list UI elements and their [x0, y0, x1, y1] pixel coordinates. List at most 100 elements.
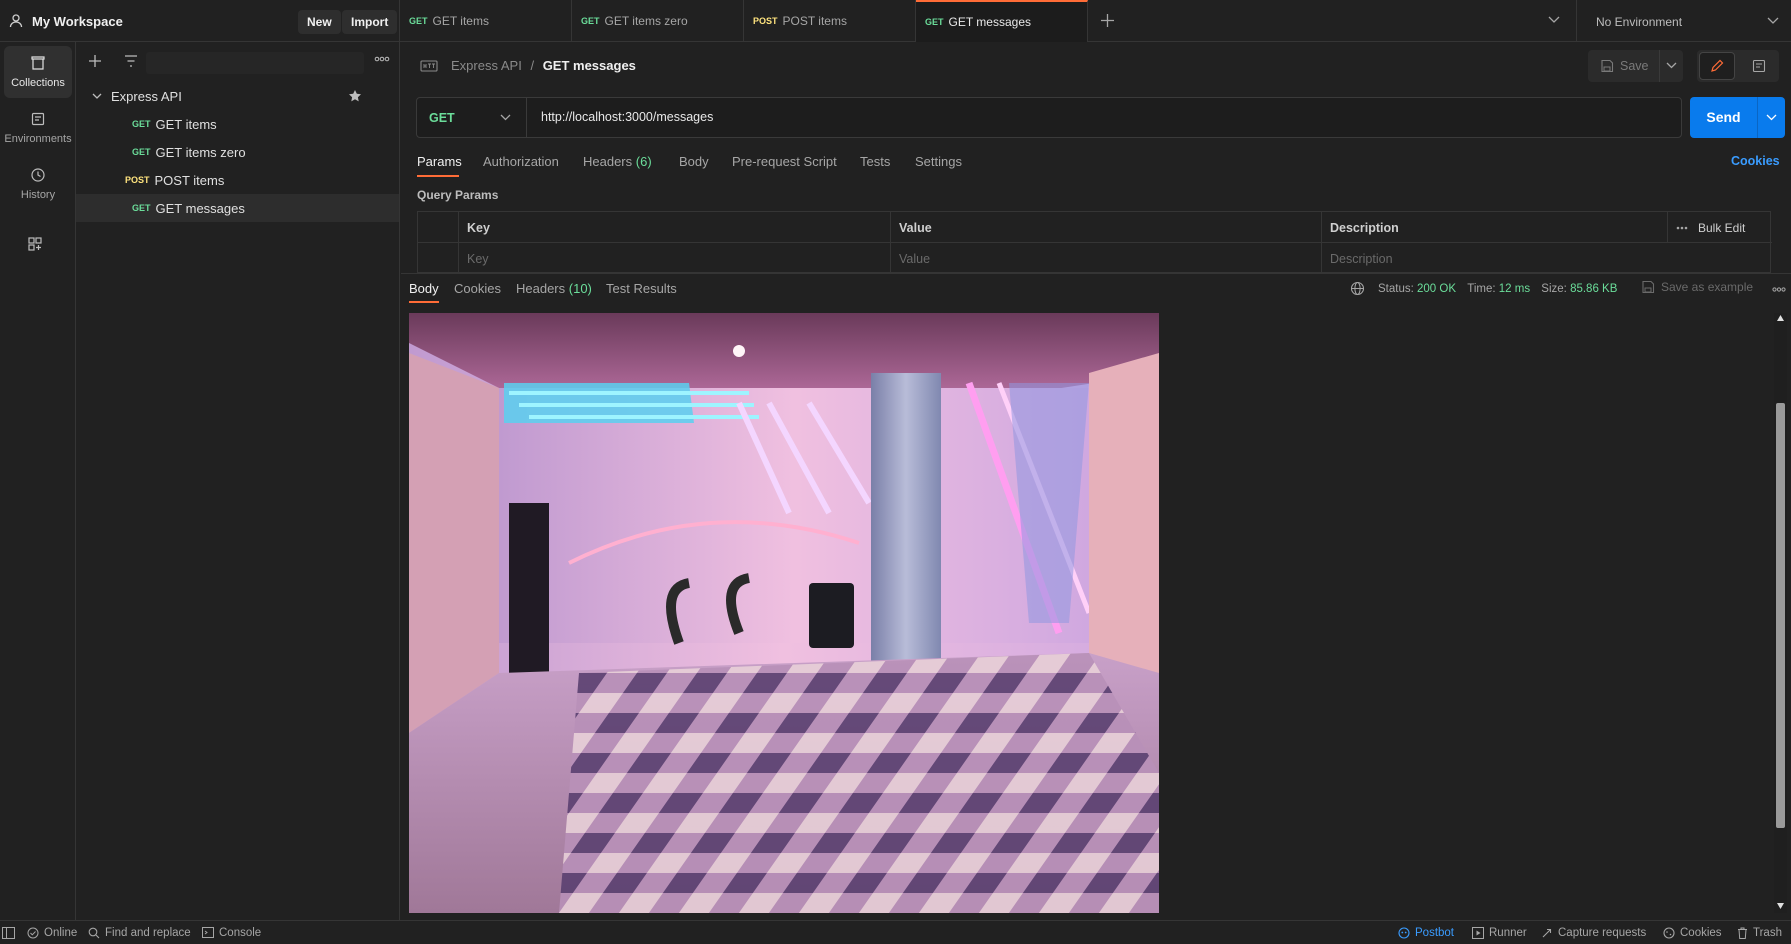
tab-params[interactable]: Params — [417, 154, 462, 184]
environments-icon — [30, 111, 46, 127]
find-replace-button[interactable]: Find and replace — [88, 921, 191, 944]
time-value[interactable]: 12 ms — [1499, 283, 1530, 295]
send-button[interactable]: Send — [1690, 97, 1758, 138]
status-label: Status: — [1378, 283, 1414, 295]
response-scrollbar[interactable] — [1774, 313, 1787, 913]
cookies-link[interactable]: Cookies — [1731, 154, 1780, 168]
request-item-get-items-zero[interactable]: GET GET items zero — [76, 138, 399, 166]
scroll-up-arrow-icon[interactable] — [1777, 315, 1784, 321]
postbot-button[interactable]: Postbot — [1398, 921, 1454, 944]
url-input[interactable]: http://localhost:3000/messages — [541, 110, 713, 124]
trash-label: Trash — [1753, 926, 1782, 939]
capture-requests-button[interactable]: Capture requests — [1541, 921, 1646, 944]
cookies-button[interactable]: Cookies — [1663, 921, 1722, 944]
environment-selector[interactable]: No Environment — [1576, 0, 1791, 42]
save-button-group: Save — [1588, 50, 1683, 82]
top-bar: My Workspace New Import GET GET items GE… — [0, 0, 1791, 42]
tab-get-items-zero[interactable]: GET GET items zero — [572, 0, 744, 42]
search-icon — [88, 927, 100, 939]
workspace-name[interactable]: My Workspace — [32, 14, 123, 29]
scroll-down-arrow-icon[interactable] — [1777, 903, 1784, 909]
add-collection-plus-icon[interactable] — [88, 54, 102, 68]
send-button-group: Send — [1690, 97, 1785, 138]
tab-post-items[interactable]: POST POST items — [744, 0, 916, 42]
user-icon — [8, 13, 24, 29]
size-value[interactable]: 85.86 KB — [1570, 283, 1617, 295]
runner-label: Runner — [1489, 926, 1527, 939]
save-button[interactable]: Save — [1588, 50, 1660, 82]
tabs-overflow-chevron-icon[interactable] — [1548, 16, 1560, 24]
request-item-get-items[interactable]: GET GET items — [76, 110, 399, 138]
http-icon — [420, 58, 438, 74]
import-button[interactable]: Import — [342, 10, 398, 34]
comments-icon[interactable] — [1741, 52, 1777, 80]
more-options-icon[interactable] — [1772, 287, 1786, 292]
tab-headers[interactable]: Headers (6) — [583, 154, 652, 184]
globe-icon[interactable] — [1350, 281, 1365, 296]
method-badge: GET — [132, 119, 151, 129]
send-dropdown-chevron-icon[interactable] — [1766, 114, 1777, 121]
new-tab-plus-icon[interactable] — [1100, 13, 1115, 28]
runner-icon — [1472, 926, 1484, 939]
rail-history[interactable]: History — [4, 158, 72, 210]
method-badge: GET — [925, 17, 944, 27]
filter-icon[interactable] — [124, 55, 138, 67]
star-icon[interactable] — [348, 89, 362, 103]
toggle-sidebar-button[interactable] — [2, 921, 15, 944]
save-dropdown-chevron-icon[interactable] — [1666, 62, 1677, 69]
chevron-down-icon — [1767, 17, 1779, 25]
request-label: GET items zero — [155, 144, 246, 160]
column-header-value: Value — [891, 212, 1322, 243]
bulk-edit-button[interactable]: Bulk Edit — [1698, 221, 1745, 235]
pane-divider[interactable] — [401, 273, 1791, 274]
save-as-example-button[interactable]: Save as example — [1641, 280, 1753, 294]
rail-environments[interactable]: Environments — [4, 102, 72, 154]
tab-label: GET messages — [948, 15, 1031, 29]
sidebar-toggle-icon — [2, 926, 15, 939]
tab-tests[interactable]: Tests — [860, 154, 890, 184]
runner-button[interactable]: Runner — [1472, 921, 1527, 944]
tab-get-items[interactable]: GET GET items — [400, 0, 572, 42]
method-badge: GET — [409, 16, 428, 26]
table-header-row: Key Value Description Bulk Edit — [418, 212, 1772, 243]
online-status[interactable]: Online — [27, 921, 77, 944]
row-checkbox[interactable] — [418, 243, 459, 274]
breadcrumb-current[interactable]: GET messages — [543, 58, 636, 73]
request-item-post-items[interactable]: POST POST items — [76, 166, 399, 194]
response-image-preview — [409, 313, 1159, 913]
cookies-label: Cookies — [1680, 926, 1722, 939]
save-icon — [1600, 59, 1614, 73]
collections-icon — [30, 55, 46, 71]
description-input[interactable]: Description — [1322, 243, 1772, 274]
edit-pencil-icon[interactable] — [1699, 52, 1735, 80]
response-tab-body[interactable]: Body — [409, 281, 439, 311]
scroll-thumb[interactable] — [1776, 403, 1785, 828]
collection-express-api[interactable]: Express API — [76, 82, 399, 110]
response-tab-headers[interactable]: Headers (10) — [516, 281, 592, 311]
tab-authorization[interactable]: Authorization — [483, 154, 559, 184]
breadcrumb-parent[interactable]: Express API — [451, 58, 522, 73]
tab-prerequest-script[interactable]: Pre-request Script — [732, 154, 837, 184]
environment-label: No Environment — [1596, 15, 1683, 29]
status-value[interactable]: 200 OK — [1417, 283, 1456, 295]
method-select[interactable]: GET — [417, 98, 527, 137]
rail-collections[interactable]: Collections — [4, 46, 72, 98]
key-input[interactable]: Key — [459, 243, 891, 274]
tab-body[interactable]: Body — [679, 154, 709, 184]
value-input[interactable]: Value — [891, 243, 1322, 274]
tab-get-messages[interactable]: GET GET messages — [916, 0, 1088, 42]
search-collections-input[interactable] — [146, 52, 364, 74]
request-item-get-messages[interactable]: GET GET messages — [76, 194, 399, 222]
new-button[interactable]: New — [298, 10, 341, 34]
more-options-icon[interactable] — [1676, 226, 1688, 230]
trash-button[interactable]: Trash — [1737, 921, 1782, 944]
response-tab-cookies[interactable]: Cookies — [454, 281, 501, 311]
checkbox-column-header — [418, 212, 459, 243]
breadcrumb: Express API / GET messages — [451, 58, 636, 73]
console-button[interactable]: Console — [202, 921, 261, 944]
workspace-header: My Workspace New Import — [0, 0, 400, 42]
rail-apps[interactable] — [27, 236, 43, 255]
tab-settings[interactable]: Settings — [915, 154, 962, 184]
more-options-icon[interactable] — [374, 56, 390, 62]
response-tab-test-results[interactable]: Test Results — [606, 281, 677, 311]
